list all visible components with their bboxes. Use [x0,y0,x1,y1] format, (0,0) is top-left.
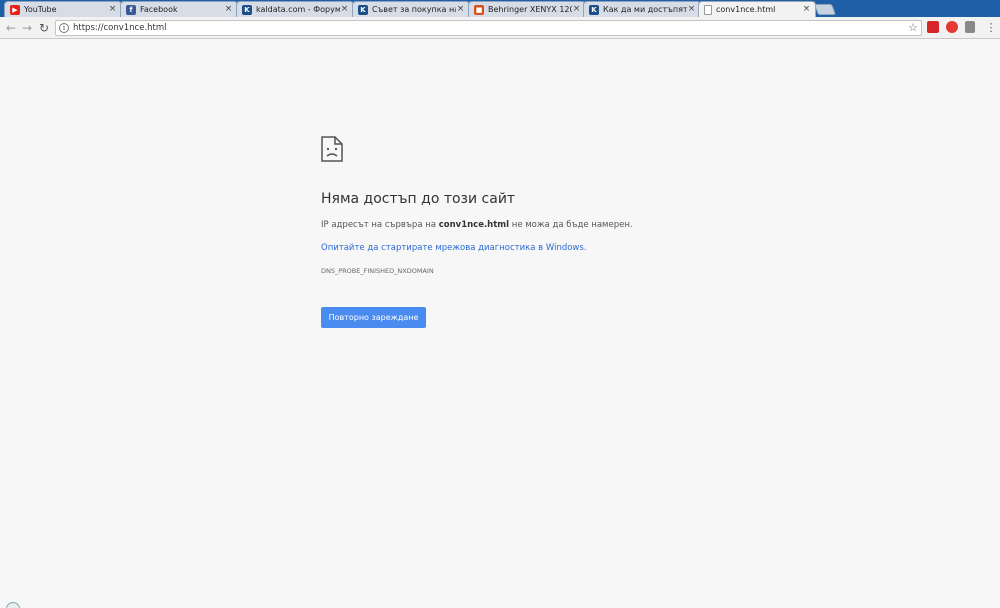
tab-title: Как да ми достъпят лока [603,5,687,14]
reload-icon[interactable]: ↻ [37,20,51,36]
tab-title: Съвет за покупка на ... [372,5,456,14]
tab-strip: ▶ YouTube × f Facebook × K kaldata.com -… [0,0,1000,17]
close-icon[interactable]: × [340,5,349,14]
url-text[interactable]: https://conv1nce.html [73,22,167,35]
adblock-icon[interactable] [946,21,958,33]
error-code: DNS_PROBE_FINISHED_NXDOMAIN [321,267,434,275]
tab-kaldata-forums[interactable]: K kaldata.com - Форуми × [236,1,354,17]
sad-page-icon [321,136,343,162]
menu-icon[interactable]: ⋮ [984,20,998,36]
address-bar[interactable]: i https://conv1nce.html ☆ [55,20,922,36]
tab-behringer[interactable]: ■ Behringer XENYX 1202 - × [468,1,586,17]
close-icon[interactable]: × [572,5,581,14]
kaldata-icon: K [589,4,599,15]
info-icon[interactable]: i [59,23,69,33]
store-icon: ■ [474,4,484,15]
forward-button[interactable]: → [20,20,34,36]
extension-icon-gray[interactable] [965,21,975,33]
reload-button[interactable]: Повторно зареждане [321,307,426,328]
tab-youtube[interactable]: ▶ YouTube × [4,1,122,17]
tab-kaldata-local[interactable]: K Как да ми достъпят лока × [583,1,701,17]
close-icon[interactable]: × [224,5,233,14]
youtube-icon: ▶ [10,4,20,15]
tab-title: Facebook [140,5,178,14]
desc-suffix: не можа да бъде намерен. [509,220,633,230]
tab-kaldata-advice[interactable]: K Съвет за покупка на ... × [352,1,470,17]
extension-icon-red[interactable] [927,21,939,33]
kaldata-icon: K [358,4,368,15]
close-icon[interactable]: × [456,5,465,14]
tab-title: conv1nce.html [716,5,776,14]
facebook-icon: f [126,4,136,15]
close-icon[interactable]: × [687,5,696,14]
tab-title: kaldata.com - Форуми [256,5,340,14]
page-icon [704,4,712,15]
new-tab-button[interactable] [813,4,837,15]
page-title: Няма достъп до този сайт [321,191,516,207]
browser-toolbar: ← → ↻ i https://conv1nce.html ☆ ⋮ [0,17,1000,39]
star-icon[interactable]: ☆ [908,21,918,35]
back-button[interactable]: ← [4,20,18,36]
desc-host: conv1nce.html [438,220,510,230]
desc-prefix: IP адресът на сървъра на [321,220,439,230]
tab-title: YouTube [24,5,57,14]
error-description: IP адресът на сървъра на conv1nce.html н… [321,220,633,230]
close-icon[interactable]: × [802,5,811,14]
kaldata-icon: K [242,4,252,15]
tab-conv1nce-active[interactable]: conv1nce.html × [698,1,816,17]
close-icon[interactable]: × [108,5,117,14]
diagnostics-link[interactable]: Опитайте да стартирате мрежова диагности… [321,243,587,253]
tab-facebook[interactable]: f Facebook × [120,1,238,17]
taskbar-globe-icon[interactable] [6,602,20,608]
tab-title: Behringer XENYX 1202 - [488,5,572,14]
